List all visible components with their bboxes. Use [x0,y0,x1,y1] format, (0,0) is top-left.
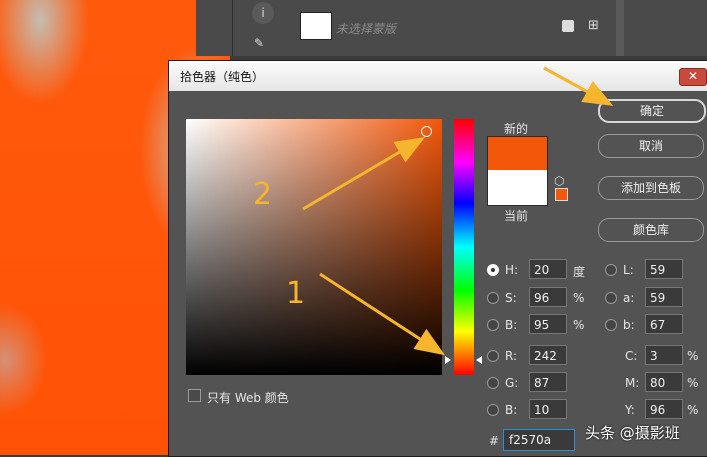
r-radio[interactable] [487,350,499,362]
color-libraries-button[interactable]: 颜色库 [598,218,704,242]
c-unit: % [687,349,699,363]
watermark: 头条 @摄影班 [585,424,680,442]
cancel-button[interactable]: 取消 [598,134,704,158]
only-web-colors-checkbox[interactable] [188,389,201,402]
annotation-number-1: 1 [286,276,306,311]
hue-slider[interactable] [454,119,474,375]
hex-hash-label: # [489,434,500,448]
current-color-swatch[interactable] [487,170,548,206]
r-input[interactable]: 242 [529,345,567,365]
blue-label: B: [505,403,518,417]
m-unit: % [687,376,699,390]
r-label: R: [505,349,518,363]
a-input[interactable]: 59 [645,287,683,307]
m-label: M: [625,376,640,390]
m-input[interactable]: 80 [645,372,683,392]
mask-icon[interactable] [562,20,574,32]
s-label: S: [505,291,517,305]
y-input[interactable]: 96 [645,399,683,419]
lab-b-input[interactable]: 67 [645,314,683,334]
g-input[interactable]: 87 [529,372,567,392]
l-radio[interactable] [605,264,617,276]
dialog-titlebar[interactable]: 拾色器（纯色） ✕ [169,61,707,91]
y-unit: % [687,403,699,417]
hue-slider-handle-left[interactable] [445,356,451,364]
link-icon[interactable]: ⊞ [588,18,599,33]
ok-button[interactable]: 确定 [598,99,706,123]
blue-input[interactable]: 10 [529,399,567,419]
h-input[interactable]: 20 [529,259,567,279]
layer-name: 未选择蒙版 [336,22,397,36]
panel-divider [232,0,233,56]
s-input[interactable]: 96 [529,287,567,307]
s-radio[interactable] [487,292,499,304]
close-button[interactable]: ✕ [679,68,707,86]
web-safe-color-swatch[interactable] [555,188,568,201]
color-picker-dialog: 拾色器（纯色） ✕ 新的 当前 ⬡ 确定 取消 添加到色板 颜色库 H: 20 … [168,60,707,457]
h-radio[interactable] [487,264,499,276]
a-radio[interactable] [605,292,617,304]
l-label: L: [623,263,634,277]
hue-slider-handle-right[interactable] [476,356,482,364]
color-field-cursor[interactable] [421,126,432,137]
h-unit: 度 [573,265,586,279]
only-web-colors-label: 只有 Web 颜色 [207,391,289,405]
info-icon[interactable]: i [252,2,274,24]
panel-scrollbar[interactable] [616,0,624,56]
h-label: H: [505,263,519,277]
c-label: C: [625,349,638,363]
layers-panel: i ✎ 未选择蒙版 ⊞ [196,0,707,56]
hex-input[interactable]: f2570a [503,429,575,451]
a-label: a: [623,291,635,305]
new-color-label: 新的 [504,122,529,136]
y-label: Y: [625,403,635,417]
lab-b-radio[interactable] [605,319,617,331]
color-field[interactable] [186,119,442,375]
b-radio[interactable] [487,319,499,331]
lab-b-label: b: [623,318,635,332]
current-color-label: 当前 [504,209,529,223]
brush-icon[interactable]: ✎ [254,36,264,50]
c-input[interactable]: 3 [645,345,683,365]
l-input[interactable]: 59 [645,259,683,279]
add-to-swatches-button[interactable]: 添加到色板 [598,176,704,200]
b-input[interactable]: 95 [529,314,567,334]
layer-thumbnail[interactable] [300,12,332,40]
s-unit: % [573,291,585,305]
g-label: G: [505,376,519,390]
new-color-swatch [487,136,548,171]
g-radio[interactable] [487,377,499,389]
annotation-number-2: 2 [253,177,273,212]
cube-icon[interactable]: ⬡ [554,174,564,188]
b-unit: % [573,318,585,332]
dialog-title: 拾色器（纯色） [180,70,265,84]
b-label: B: [505,318,518,332]
blue-radio[interactable] [487,404,499,416]
